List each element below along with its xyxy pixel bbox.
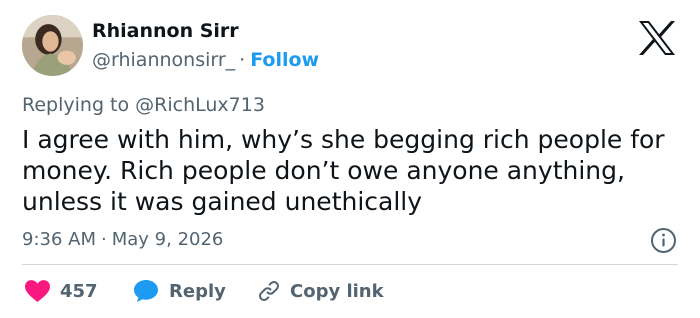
link-icon — [259, 281, 279, 301]
separator-dot: · — [239, 49, 246, 71]
reply-context: Replying to @RichLux713 — [22, 94, 265, 116]
info-icon[interactable] — [650, 227, 677, 254]
tweet-text: I agree with him, why’s she begging rich… — [22, 125, 665, 216]
reply-button[interactable]: Reply — [133, 276, 226, 306]
handle-row: @rhiannonsirr_ · Follow — [92, 49, 319, 71]
timestamp[interactable]: 9:36 AM · May 9, 2026 — [22, 229, 223, 250]
speech-bubble-icon — [134, 280, 158, 302]
heart-icon — [25, 280, 50, 302]
timestamp-separator: · — [101, 229, 107, 250]
like-count: 457 — [60, 280, 98, 302]
divider — [22, 264, 678, 265]
copy-link-button[interactable]: Copy link — [258, 276, 384, 306]
avatar-photo — [22, 15, 83, 76]
follow-button[interactable]: Follow — [250, 49, 319, 71]
x-logo-icon[interactable] — [637, 20, 677, 56]
tweet-date: May 9, 2026 — [111, 229, 224, 250]
author-name[interactable]: Rhiannon Sirr — [92, 20, 239, 42]
copy-link-label: Copy link — [290, 280, 384, 302]
author-handle[interactable]: @rhiannonsirr_ — [92, 49, 235, 71]
tweet-time: 9:36 AM — [22, 229, 96, 250]
reply-mention-link[interactable]: @RichLux713 — [135, 94, 265, 116]
reply-label: Reply — [169, 280, 226, 302]
reply-prefix: Replying to — [22, 94, 130, 116]
avatar[interactable] — [22, 15, 83, 76]
like-button[interactable]: 457 — [25, 276, 98, 306]
